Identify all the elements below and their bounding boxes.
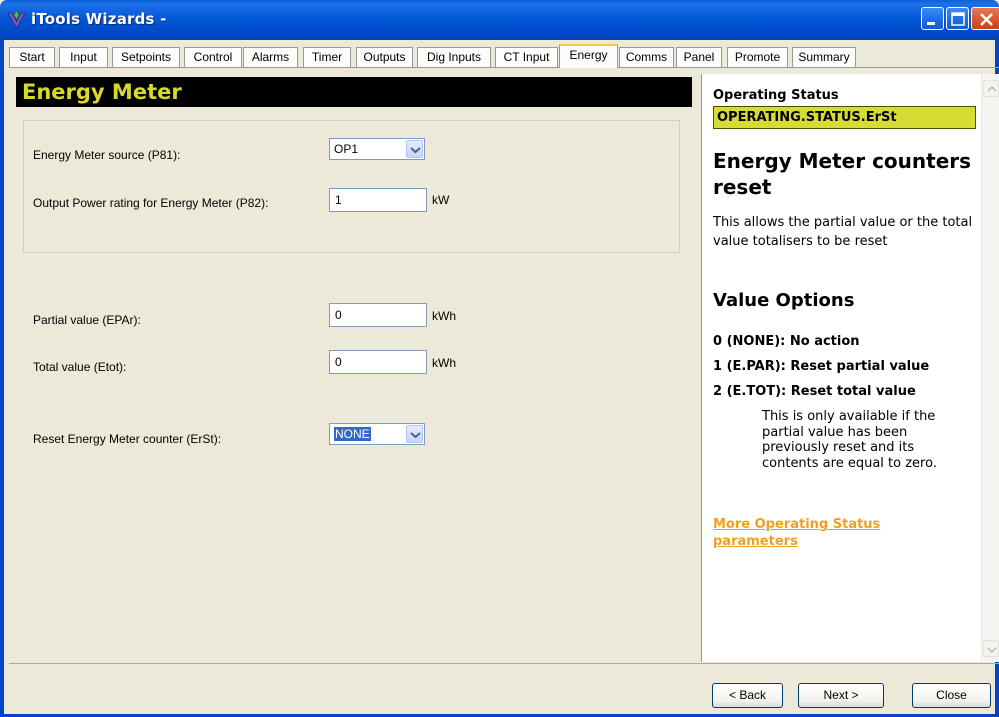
energy-config-panel: Energy Meter Energy Meter source (P81): … (11, 74, 697, 662)
next-button[interactable]: Next > (798, 683, 884, 708)
help-title: Energy Meter counters reset (713, 149, 972, 199)
itools-app-icon (7, 10, 26, 28)
chevron-up-icon (987, 85, 997, 92)
partial-unit: kWh (432, 309, 456, 323)
window-border-left (0, 40, 4, 717)
tab-start[interactable]: Start (9, 47, 55, 67)
tab-alarms[interactable]: Alarms (243, 47, 298, 67)
tab-energy[interactable]: Energy (559, 44, 618, 68)
tab-summary[interactable]: Summary (792, 47, 856, 67)
option-none: 0 (NONE): No action (713, 334, 860, 349)
reset-select[interactable]: NONE (329, 423, 425, 445)
tab-outputs[interactable]: Outputs (356, 47, 413, 67)
chevron-down-icon[interactable] (406, 140, 423, 158)
close-window-button[interactable] (971, 7, 999, 30)
reset-label: Reset Energy Meter counter (ErSt): (33, 432, 222, 446)
bottom-separator (9, 663, 999, 664)
source-select[interactable]: OP1 (329, 138, 425, 160)
scroll-down-button[interactable] (983, 640, 999, 657)
parameter-badge: OPERATING.STATUS.ErSt (713, 106, 976, 129)
tab-ct-input[interactable]: CT Input (495, 47, 558, 67)
chevron-down-icon[interactable] (406, 425, 423, 443)
total-value-input[interactable]: 0 (329, 350, 427, 374)
scroll-up-button[interactable] (983, 80, 999, 97)
source-label: Energy Meter source (P81): (33, 148, 181, 162)
window-title: iTools Wizards - (31, 10, 167, 28)
help-section-title: Operating Status (713, 88, 839, 103)
partial-value-input[interactable]: 0 (329, 303, 427, 327)
partial-label: Partial value (EPAr): (33, 313, 141, 327)
minimize-icon (927, 22, 935, 25)
power-label: Output Power rating for Energy Meter (P8… (33, 196, 269, 210)
power-unit: kW (432, 193, 450, 207)
tab-timer[interactable]: Timer (303, 47, 351, 67)
power-rating-input[interactable]: 1 (329, 188, 427, 212)
maximize-button[interactable] (946, 7, 969, 30)
tab-divider (9, 67, 999, 68)
tab-input[interactable]: Input (59, 47, 108, 67)
close-button[interactable]: Close (912, 683, 991, 708)
option-e-tot: 2 (E.TOT): Reset total value (713, 384, 916, 399)
title-bar[interactable]: iTools Wizards - (0, 0, 999, 40)
close-icon (980, 13, 993, 26)
tab-promote[interactable]: Promote (727, 47, 788, 67)
tab-dig-inputs[interactable]: Dig Inputs (417, 47, 491, 67)
chevron-down-icon (987, 647, 997, 654)
option-note: This is only available if the partial va… (762, 409, 937, 471)
help-scrollbar[interactable] (981, 74, 999, 662)
minimize-button[interactable] (921, 7, 944, 30)
total-unit: kWh (432, 356, 456, 370)
help-description: This allows the partial value or the tot… (713, 215, 973, 249)
section-header: Energy Meter (16, 77, 692, 107)
help-panel: Operating Status OPERATING.STATUS.ErSt E… (701, 74, 999, 662)
tab-strip: Start Input Setpoints Control Alarms Tim… (9, 44, 999, 68)
source-value: OP1 (334, 142, 359, 156)
tab-comms[interactable]: Comms (619, 47, 674, 67)
back-button[interactable]: < Back (712, 683, 783, 708)
tab-panel[interactable]: Panel (676, 47, 722, 67)
maximize-icon (951, 12, 965, 26)
tab-setpoints[interactable]: Setpoints (112, 47, 180, 67)
value-options-title: Value Options (713, 290, 855, 311)
tab-control[interactable]: Control (184, 47, 242, 67)
reset-value: NONE (334, 427, 371, 441)
option-e-par: 1 (E.PAR): Reset partial value (713, 359, 930, 374)
total-label: Total value (Etot): (33, 360, 127, 374)
more-parameters-link[interactable]: More Operating Status parameters (713, 516, 933, 550)
